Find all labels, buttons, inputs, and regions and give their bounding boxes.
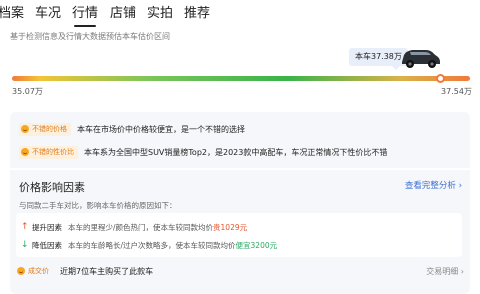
deal-price-row: 成交价 近期7位车主购买了此款车 交易明细 › <box>16 264 464 278</box>
factor-name: 降低因素 <box>32 240 62 250</box>
tab-photos[interactable]: 实拍 <box>147 5 173 23</box>
price-factors-description: 与同款二手车对比，影响本车价格的原因如下： <box>19 201 177 210</box>
top-tab-bar: 档案 车况 行情 店铺 实拍 推荐 <box>0 0 480 28</box>
tab-archive[interactable]: 档案 <box>0 5 24 23</box>
price-range-bar <box>12 76 470 81</box>
factor-amount: 贵1029元 <box>213 222 248 232</box>
view-full-analysis-link[interactable]: 查看完整分析 › <box>405 179 462 191</box>
tab-recommend[interactable]: 推荐 <box>184 5 210 23</box>
price-max-label: 37.54万 <box>441 87 472 96</box>
deal-price-tag: 成交价 <box>16 265 52 277</box>
evaluation-item: 不错的价格 本车在市场价中价格较便宜，是一个不错的选择 <box>19 122 245 136</box>
tab-store[interactable]: 店铺 <box>110 5 136 23</box>
section-divider <box>10 168 470 170</box>
current-price-marker <box>435 74 445 83</box>
tab-market[interactable]: 行情 <box>72 5 98 27</box>
smile-icon <box>17 267 25 275</box>
valuation-subtitle: 基于检测信息及行情大数据预估本车估价区间 <box>10 32 170 41</box>
evaluation-tag-label: 不错的性价比 <box>32 148 74 156</box>
transaction-details-link[interactable]: 交易明细 › <box>426 266 464 277</box>
price-factor-increase: ↑ 提升因素 本车的里程少/颜色热门，使本车较同款均价 贵1029元 <box>21 220 247 234</box>
car-icon <box>402 50 440 68</box>
evaluation-text: 本车在市场价中价格较便宜，是一个不错的选择 <box>77 124 245 134</box>
price-factors-list: ↑ 提升因素 本车的里程少/颜色热门，使本车较同款均价 贵1029元 ↓ 降低因… <box>16 213 462 257</box>
arrow-down-icon: ↓ <box>21 240 29 250</box>
factor-name: 提升因素 <box>32 222 62 232</box>
evaluation-item: 不错的性价比 本车系为全国中型SUV销量榜Top2，是2023款中高配车，车况正… <box>19 145 387 159</box>
factor-description: 本车的车龄略长/过户次数略多，使本车较同款均价 <box>68 240 236 250</box>
price-min-label: 35.07万 <box>12 87 43 96</box>
evaluation-tag: 不错的价格 <box>19 122 71 136</box>
evaluation-tag-label: 不错的价格 <box>32 125 67 133</box>
deal-price-tag-label: 成交价 <box>28 267 49 275</box>
evaluation-text: 本车系为全国中型SUV销量榜Top2，是2023款中高配车，车况正常情况下性价比… <box>84 147 388 157</box>
smile-icon <box>21 148 29 156</box>
factor-description: 本车的里程少/颜色热门，使本车较同款均价 <box>68 222 214 232</box>
price-factor-decrease: ↓ 降低因素 本车的车龄略长/过户次数略多，使本车较同款均价 便宜3200元 <box>21 238 277 252</box>
evaluation-tag: 不错的性价比 <box>19 145 78 159</box>
deal-price-text: 近期7位车主购买了此款车 <box>60 266 154 276</box>
smile-icon <box>21 125 29 133</box>
factor-amount: 便宜3200元 <box>235 240 278 250</box>
tab-condition[interactable]: 车况 <box>35 5 61 23</box>
arrow-up-icon: ↑ <box>21 222 29 232</box>
market-analysis-card: 不错的价格 本车在市场价中价格较便宜，是一个不错的选择 不错的性价比 本车系为全… <box>10 112 470 294</box>
price-factors-title: 价格影响因素 <box>19 181 85 194</box>
